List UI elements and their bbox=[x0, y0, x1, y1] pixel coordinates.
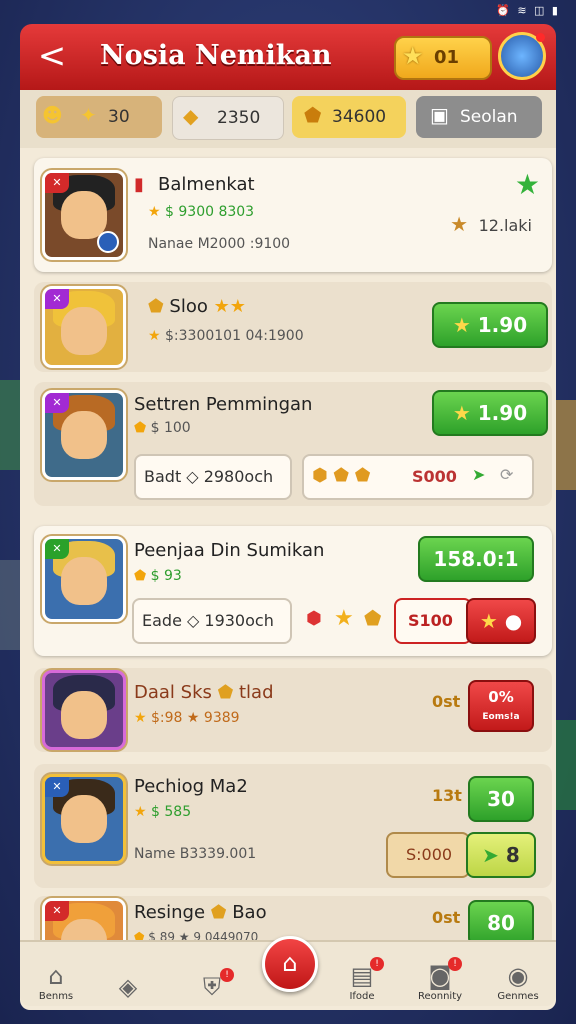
star-icon: ★ bbox=[452, 313, 471, 337]
back-button[interactable]: < bbox=[34, 36, 70, 76]
header-bar: < Nosia Nemikan ★ 01 bbox=[20, 24, 556, 90]
trash-icon: ▤ bbox=[350, 962, 374, 990]
arrow-icon: ➤ bbox=[472, 465, 486, 484]
shield-icon: ⛨ bbox=[203, 973, 221, 1001]
row-stats: $:3300101 04:1900 bbox=[165, 328, 304, 344]
cost-pill[interactable]: S100 bbox=[394, 598, 472, 644]
cost-pill[interactable]: ⬢ ⬟ ⬟ S000 ➤ ⟳ bbox=[302, 454, 534, 500]
home-icon: ⌂ bbox=[282, 949, 298, 977]
buy-button[interactable]: 30 bbox=[468, 776, 534, 822]
star-icon: ★ bbox=[148, 204, 161, 220]
list-item[interactable]: ✕ Pechiog Ma2 ★ $ 585 Name B3339.001 13t… bbox=[34, 764, 552, 888]
gem-icon: ⬢ ⬟ ⬟ bbox=[312, 465, 371, 486]
bag-icon: ◈ bbox=[118, 973, 138, 1001]
crown-icon: ⬟ bbox=[217, 682, 234, 703]
nav-games[interactable]: ◉ Genmes bbox=[486, 961, 550, 1002]
row-detail: Name B3339.001 bbox=[134, 846, 257, 862]
status-icons: ⏰ ≋ ◫ ▮ bbox=[496, 4, 560, 17]
notification-badge: ! bbox=[220, 968, 234, 982]
favorite-star-icon[interactable]: ★ bbox=[515, 168, 540, 201]
hero-portrait: ✕ bbox=[42, 286, 126, 368]
row-stats: $ 9300 8303 bbox=[165, 204, 255, 220]
star-icon: ★ bbox=[402, 42, 424, 70]
currency-crown[interactable]: ⬟ 34600 bbox=[292, 96, 406, 138]
buy-button[interactable]: 158.0:1 bbox=[418, 536, 534, 582]
crown-icon: ⬟ bbox=[210, 902, 227, 923]
list-item[interactable]: ✕ Settren Pemmingan ⬟ $ 100 ★ 1.90 Badt … bbox=[34, 382, 552, 506]
coin-balance[interactable]: ★ 01 bbox=[394, 36, 492, 80]
row-stats: $:98 ★ 9389 bbox=[151, 710, 240, 726]
user-icon: ◉ bbox=[507, 962, 529, 990]
season-button[interactable]: ▣ Seolan bbox=[416, 96, 542, 138]
star-icon: ★ bbox=[334, 606, 354, 631]
rank-pill[interactable]: Eade ◇ 1930och bbox=[132, 598, 292, 644]
hero-portrait bbox=[42, 670, 126, 750]
nav-mode[interactable]: ▤! Ifode bbox=[330, 957, 394, 1002]
star-icon: ★★ bbox=[213, 296, 246, 317]
buy-button[interactable]: ★ 1.90 bbox=[432, 302, 548, 348]
crown-icon: ⬟ bbox=[148, 296, 164, 317]
hero-icon: ☻ bbox=[42, 103, 63, 127]
list-item[interactable]: ✕ ⬟ Sloo ★★ ★ $:3300101 04:1900 ★ 1.90 bbox=[34, 282, 552, 372]
nav-home[interactable]: ⌂ Benms bbox=[24, 961, 88, 1002]
rank-pill[interactable]: Badt ◇ 2980och bbox=[134, 454, 292, 500]
list-item[interactable]: Daal Sks ⬟ tlad ★ $:98 ★ 9389 0st 0% Eom… bbox=[34, 668, 552, 752]
action-button[interactable]: ★ ● bbox=[466, 598, 536, 644]
gold-bar-icon: ◆ bbox=[183, 104, 199, 128]
discount-button[interactable]: 0% Eoms!a bbox=[468, 680, 534, 732]
crown-icon: ⬟ bbox=[364, 606, 382, 630]
star-icon: ★ bbox=[479, 609, 498, 633]
arrow-icon: ➤ bbox=[482, 843, 499, 867]
status-bar: ⏰ ≋ ◫ ▮ bbox=[0, 0, 576, 22]
confirm-button[interactable]: ➤ 8 bbox=[466, 832, 536, 878]
notification-badge: ! bbox=[370, 957, 384, 971]
coin-value: 01 bbox=[434, 47, 460, 68]
nav-shield[interactable]: ⛨! bbox=[180, 968, 244, 1002]
house-icon: ⌂ bbox=[48, 962, 64, 990]
star-icon: ★ bbox=[134, 804, 147, 820]
star-icon: ★ bbox=[452, 401, 471, 425]
notification-badge: ! bbox=[448, 957, 462, 971]
ticket-icon: ▣ bbox=[430, 103, 449, 127]
refresh-icon: ⟳ bbox=[500, 465, 514, 484]
cost-pill[interactable]: S:000 bbox=[386, 832, 470, 878]
book-icon: ▮ bbox=[134, 174, 144, 195]
crown-icon: ⬟ bbox=[134, 420, 147, 436]
list-item[interactable]: ✕ Peenjaa Din Sumikan ⬟ $ 93 158.0:1 Ead… bbox=[34, 526, 552, 656]
hero-portrait: ✕ bbox=[42, 170, 126, 260]
star-icon: ★ bbox=[134, 710, 147, 726]
hero-portrait: ✕ bbox=[42, 774, 126, 864]
page-title: Nosia Nemikan bbox=[100, 40, 332, 71]
nav-bag[interactable]: ◈ bbox=[96, 972, 160, 1002]
main-panel: ☻ ✦ 30 ◆ 2350 ⬟ 34600 ▣ Seolan ✕ ▮ Balme… bbox=[20, 90, 556, 1010]
record-icon: ● bbox=[504, 609, 523, 633]
row-stats: $ 100 bbox=[150, 420, 191, 436]
currency-level[interactable]: ☻ ✦ 30 bbox=[36, 96, 162, 138]
list-item[interactable]: ✕ ▮ Balmenkat ★ $ 9300 8303 Nanae M2000 … bbox=[34, 158, 552, 272]
medal-icon: ✦ bbox=[80, 103, 97, 127]
currency-gold[interactable]: ◆ 2350 bbox=[172, 96, 284, 140]
hero-portrait: ✕ bbox=[42, 536, 126, 622]
hero-portrait: ✕ bbox=[42, 390, 126, 480]
bottom-nav: ⌂ Benms ◈ ⛨! ⌂ ▤! Ifode ◙! Reonnity ◉ Genmes bbox=[20, 936, 556, 1006]
buy-button[interactable]: ★ 1.90 bbox=[432, 390, 548, 436]
main-home-button[interactable]: ⌂ bbox=[262, 936, 318, 992]
profile-avatar[interactable] bbox=[498, 32, 546, 80]
nav-community[interactable]: ◙! Reonnity bbox=[408, 957, 472, 1002]
camera-icon: ◙ bbox=[428, 962, 452, 990]
crown-icon: ⬟ bbox=[134, 568, 147, 584]
crown-icon: ⬟ bbox=[304, 103, 322, 127]
row-detail: Nanae M2000 :9100 bbox=[148, 236, 291, 252]
gem-icon: ⬢ bbox=[306, 608, 322, 629]
currency-bar: ☻ ✦ 30 ◆ 2350 ⬟ 34600 ▣ Seolan bbox=[20, 90, 556, 148]
star-icon: ★ bbox=[450, 212, 468, 236]
star-icon: ★ bbox=[148, 328, 161, 344]
row-stats: $ 93 bbox=[150, 568, 182, 584]
row-stats: $ 585 bbox=[151, 804, 192, 820]
